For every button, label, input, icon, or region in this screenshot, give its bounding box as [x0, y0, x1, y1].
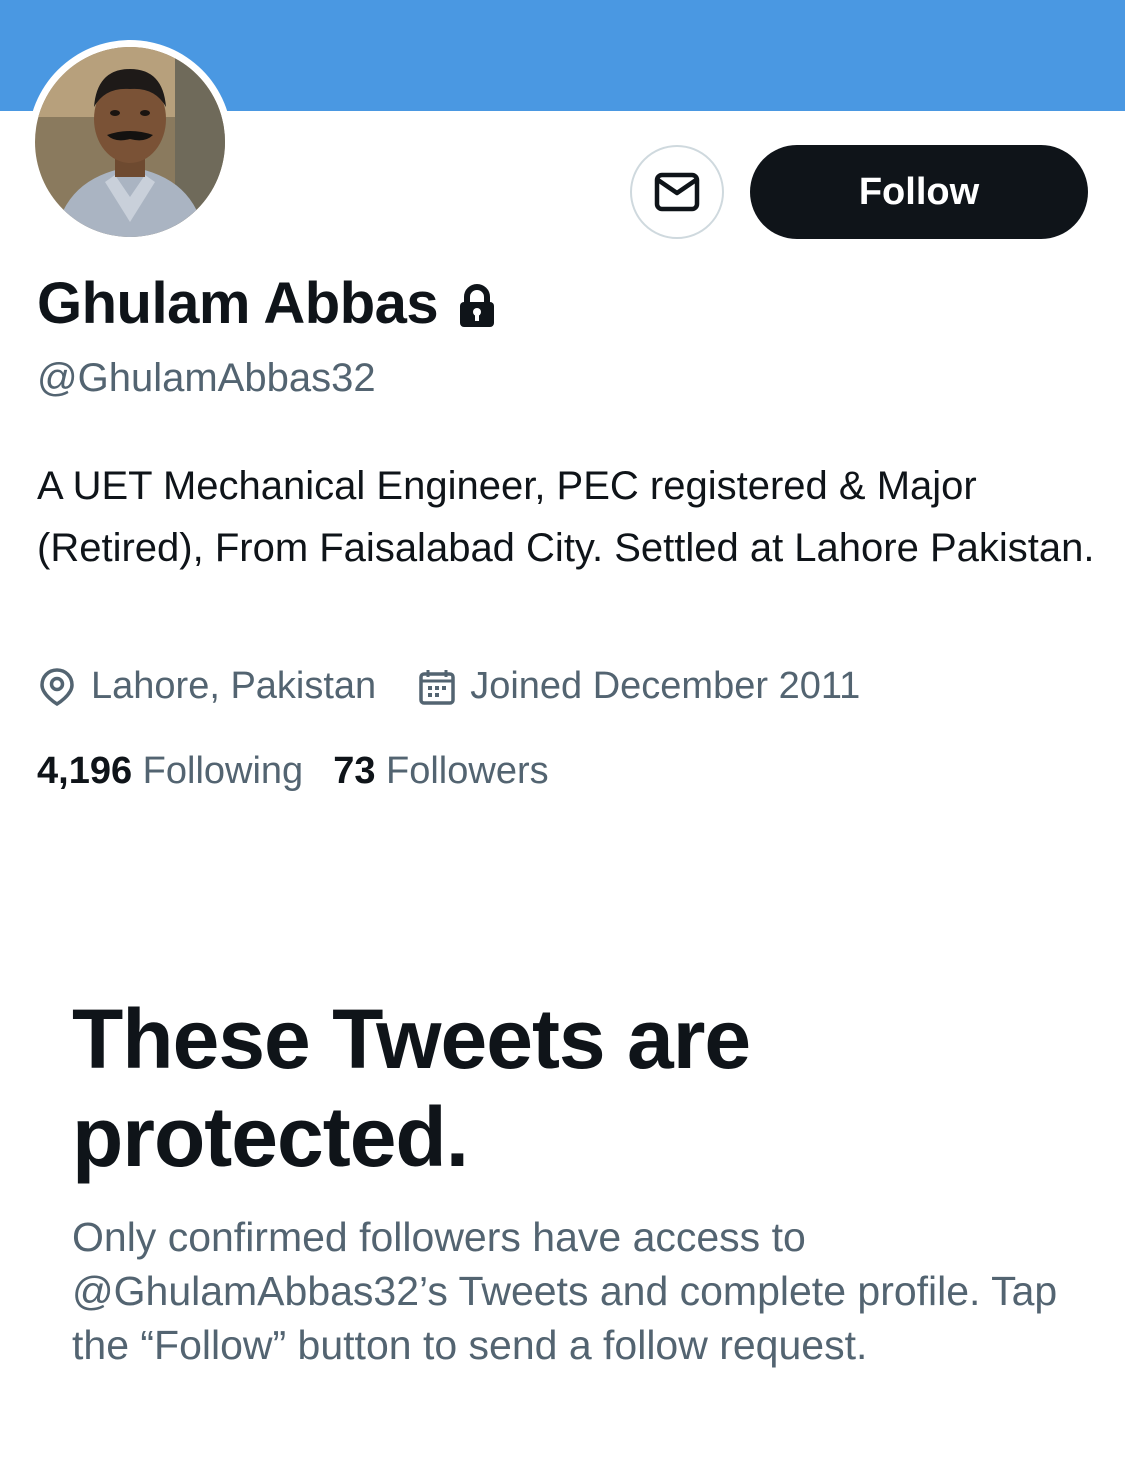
profile-bio: A UET Mechanical Engineer, PEC registere… — [37, 464, 1095, 570]
profile-stats: 4,196 Following 73 Followers — [37, 750, 549, 793]
following-link[interactable]: 4,196 Following — [37, 750, 303, 793]
name-row: Ghulam Abbas — [37, 270, 496, 337]
follow-button[interactable]: Follow — [750, 145, 1088, 239]
envelope-icon — [654, 172, 700, 212]
profile-name: Ghulam Abbas — [37, 271, 439, 336]
protected-title: These Tweets are protected. — [72, 992, 751, 1184]
location-item: Lahore, Pakistan — [37, 665, 376, 708]
followers-label: Followers — [386, 750, 549, 792]
profile-meta: Lahore, Pakistan Joined December 2011 — [37, 665, 860, 708]
following-label: Following — [142, 750, 304, 792]
followers-link[interactable]: 73 Followers — [333, 750, 548, 793]
avatar-photo — [35, 47, 225, 237]
location-pin-icon — [40, 667, 74, 706]
location-text: Lahore, Pakistan — [91, 665, 377, 707]
message-button[interactable] — [630, 145, 724, 239]
profile-handle: @GhulamAbbas32 — [37, 356, 376, 400]
joined-item: Joined December 2011 — [418, 665, 860, 708]
avatar[interactable] — [28, 40, 232, 244]
following-count: 4,196 — [37, 750, 143, 792]
calendar-icon — [419, 669, 455, 705]
protected-description: Only confirmed followers have access to … — [72, 1214, 1058, 1368]
joined-text: Joined December 2011 — [470, 665, 861, 707]
followers-count: 73 — [333, 750, 387, 792]
lock-icon — [458, 283, 496, 328]
